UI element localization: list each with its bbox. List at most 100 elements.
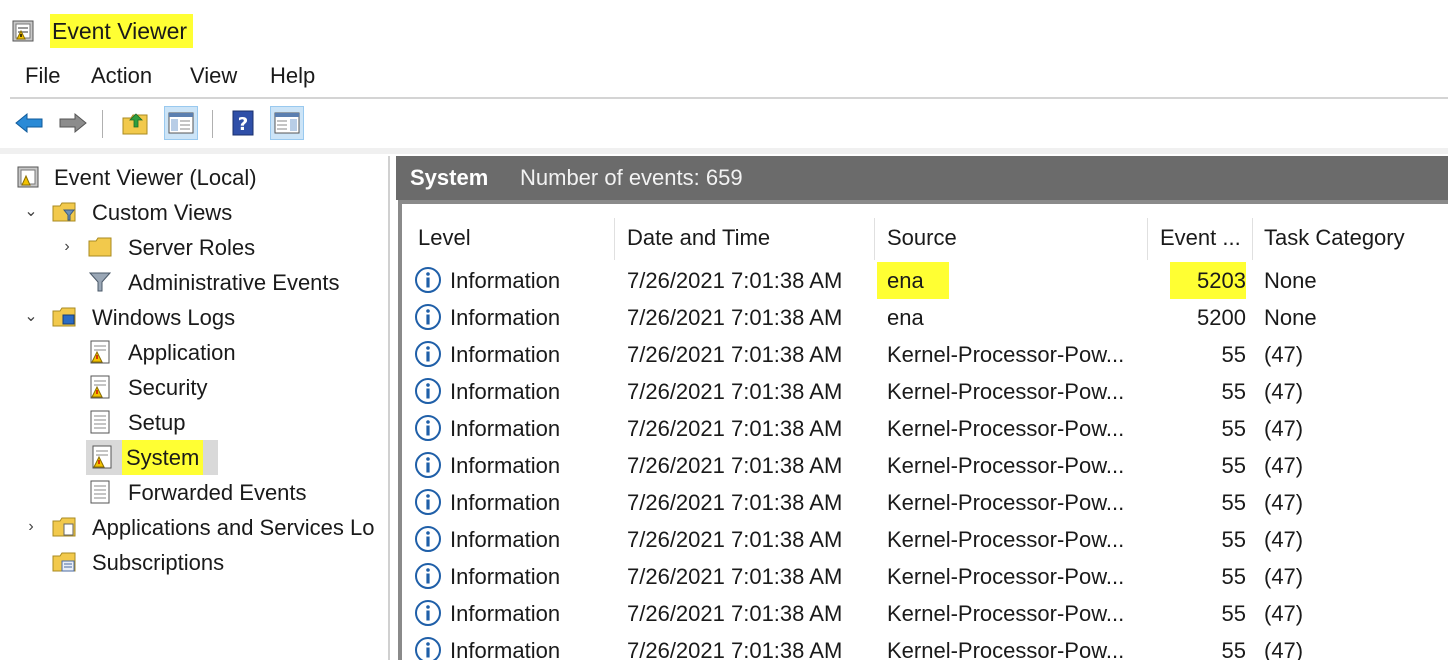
- forward-icon: [59, 112, 87, 134]
- window-title: Event Viewer: [50, 14, 194, 48]
- cell-level: Information: [450, 305, 561, 330]
- cell-date-and-time: 7/26/2021 7:01:38 AM: [627, 379, 843, 404]
- cell-task-category: (47): [1264, 601, 1304, 626]
- column-header-date-and-time[interactable]: Date and Time: [627, 216, 770, 260]
- tree-item-forwarded-events[interactable]: Forwarded Events: [10, 475, 388, 510]
- cell-date-and-time: 7/26/2021 7:01:38 AM: [627, 601, 843, 626]
- cell-source: Kernel-Processor-Pow...: [887, 416, 1125, 441]
- table-row[interactable]: Information 7/26/2021 7:01:38 AM Kernel-Pr…: [402, 447, 1448, 484]
- cell-task-category: (47): [1264, 490, 1304, 515]
- table-row[interactable]: Information 7/26/2021 7:01:38 AM ena 5203 No…: [402, 262, 1448, 299]
- toolbar-separator: [212, 110, 213, 138]
- tree-item-administrative-events[interactable]: Administrative Events: [10, 265, 388, 300]
- show-hide-console-tree-button[interactable]: [164, 106, 198, 140]
- cell-source: Kernel-Processor-Pow...: [887, 564, 1125, 589]
- tree-item-system[interactable]: System: [10, 440, 388, 475]
- tree-label: Custom Views: [92, 200, 233, 225]
- log-warning-icon: [92, 445, 112, 469]
- chevron-right-icon[interactable]: ›: [58, 238, 76, 256]
- chevron-down-icon[interactable]: ⌄: [22, 203, 40, 221]
- subscriptions-icon: [52, 552, 76, 572]
- tree-item-event-viewer-local[interactable]: Event Viewer (Local): [10, 160, 388, 195]
- table-row[interactable]: Information 7/26/2021 7:01:38 AM Kernel-Pr…: [402, 484, 1448, 521]
- table-row[interactable]: Information 7/26/2021 7:01:38 AM Kernel-Pr…: [402, 410, 1448, 447]
- forward-button[interactable]: [56, 106, 90, 140]
- information-icon: [415, 489, 441, 515]
- column-divider[interactable]: [614, 218, 615, 260]
- column-divider[interactable]: [1252, 218, 1253, 260]
- tree-item-security[interactable]: Security: [10, 370, 388, 405]
- cell-level: Information: [450, 379, 561, 404]
- tree-item-subscriptions[interactable]: Subscriptions: [10, 545, 388, 580]
- cell-event-id: 55: [1221, 379, 1246, 404]
- cell-level: Information: [450, 638, 561, 660]
- column-header-event-id[interactable]: Event ...: [1160, 216, 1241, 260]
- tree-label: Subscriptions: [92, 550, 225, 575]
- pane-splitter[interactable]: [388, 156, 390, 660]
- up-folder-button[interactable]: [118, 106, 152, 140]
- cell-date-and-time: 7/26/2021 7:01:38 AM: [627, 416, 843, 441]
- tree-label: Server Roles: [128, 235, 256, 260]
- column-divider[interactable]: [1147, 218, 1148, 260]
- tree-label: Windows Logs: [92, 305, 236, 330]
- chevron-down-icon[interactable]: ⌄: [22, 308, 40, 326]
- cell-date-and-time: 7/26/2021 7:01:38 AM: [627, 490, 843, 515]
- toolbar-bottom-strip: [0, 148, 1448, 154]
- cell-source: ena: [887, 305, 924, 330]
- tree-label: Applications and Services Lo: [92, 515, 375, 540]
- column-header-level[interactable]: Level: [418, 216, 471, 260]
- cell-date-and-time: 7/26/2021 7:01:38 AM: [627, 453, 843, 478]
- table-row[interactable]: Information 7/26/2021 7:01:38 AM Kernel-Pr…: [402, 595, 1448, 632]
- information-icon: [415, 304, 441, 330]
- tree-item-custom-views[interactable]: ⌄ Custom Views: [10, 195, 388, 230]
- tree-label: Security: [128, 375, 208, 400]
- cell-source: ena: [877, 262, 949, 299]
- chevron-right-icon[interactable]: ›: [22, 518, 40, 536]
- tree-item-setup[interactable]: Setup: [10, 405, 388, 440]
- tree-label: System: [122, 440, 204, 475]
- information-icon: [415, 563, 441, 589]
- information-icon: [415, 378, 441, 404]
- table-row[interactable]: Information 7/26/2021 7:01:38 AM Kernel-Pr…: [402, 632, 1448, 660]
- column-header-source[interactable]: Source: [887, 216, 957, 260]
- cell-task-category: (47): [1264, 416, 1304, 441]
- show-hide-action-pane-button[interactable]: [270, 106, 304, 140]
- folder-log-icon: [52, 517, 76, 537]
- tree-item-windows-logs[interactable]: ⌄ Windows Logs: [10, 300, 388, 335]
- column-divider[interactable]: [874, 218, 875, 260]
- cell-source: Kernel-Processor-Pow...: [887, 527, 1125, 552]
- tree-label: Application: [128, 340, 236, 365]
- menu-view[interactable]: View: [190, 58, 237, 94]
- folder-filter-icon: [52, 202, 76, 222]
- cell-event-id: 5203: [1170, 262, 1246, 299]
- table-row[interactable]: Information 7/26/2021 7:01:38 AM Kernel-Pr…: [402, 336, 1448, 373]
- cell-source: Kernel-Processor-Pow...: [887, 638, 1125, 660]
- table-row[interactable]: Information 7/26/2021 7:01:38 AM ena 5200 No…: [402, 299, 1448, 336]
- tree-item-applications-and-services-logs[interactable]: › Applications and Services Lo: [10, 510, 388, 545]
- cell-level: Information: [450, 268, 561, 293]
- cell-level: Information: [450, 453, 561, 478]
- column-header-task-category[interactable]: Task Category: [1264, 216, 1405, 260]
- pane-title: System: [410, 165, 489, 190]
- cell-task-category: (47): [1264, 638, 1304, 660]
- tree-item-server-roles[interactable]: › Server Roles: [10, 230, 388, 265]
- information-icon: [415, 267, 441, 293]
- cell-level: Information: [450, 527, 561, 552]
- menu-action[interactable]: Action: [91, 58, 152, 94]
- help-button[interactable]: ?: [226, 106, 260, 140]
- table-row[interactable]: Information 7/26/2021 7:01:38 AM Kernel-Pr…: [402, 558, 1448, 595]
- toolbar-separator: [102, 110, 103, 138]
- tree-item-application[interactable]: Application: [10, 335, 388, 370]
- menu-help[interactable]: Help: [270, 58, 315, 94]
- cell-event-id: 55: [1221, 490, 1246, 515]
- menu-file[interactable]: File: [25, 58, 60, 94]
- log-warning-icon: [90, 340, 110, 364]
- cell-level: Information: [450, 601, 561, 626]
- back-button[interactable]: [12, 106, 46, 140]
- table-row[interactable]: Information 7/26/2021 7:01:38 AM Kernel-Pr…: [402, 373, 1448, 410]
- help-icon: ?: [232, 110, 254, 136]
- console-tree: Event Viewer (Local) ⌄ Custom Views › Se…: [10, 156, 388, 660]
- table-row[interactable]: Information 7/26/2021 7:01:38 AM Kernel-Pr…: [402, 521, 1448, 558]
- information-icon: [415, 637, 441, 660]
- cell-level: Information: [450, 564, 561, 589]
